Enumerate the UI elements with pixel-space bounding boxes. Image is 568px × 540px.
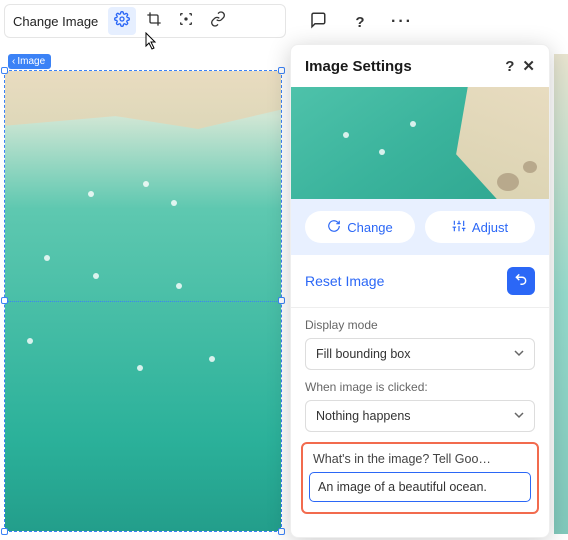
adjust-button[interactable]: Adjust <box>425 211 535 243</box>
gear-icon <box>114 11 130 32</box>
adjust-button-label: Adjust <box>472 220 508 235</box>
image-thumbnail <box>291 87 549 199</box>
panel-close-button[interactable]: ✕ <box>522 57 535 75</box>
element-type-chip[interactable]: ‹ Image <box>8 54 51 69</box>
comment-icon <box>309 11 327 34</box>
crop-button[interactable] <box>140 7 168 35</box>
chevron-left-icon: ‹ <box>12 56 15 67</box>
resize-handle[interactable] <box>1 67 8 74</box>
change-button-label: Change <box>347 220 393 235</box>
background-sliver <box>554 54 568 534</box>
change-image-button[interactable]: Change Image <box>11 14 104 29</box>
change-button[interactable]: Change <box>305 211 415 243</box>
resize-handle[interactable] <box>278 297 285 304</box>
settings-button[interactable] <box>108 7 136 35</box>
crop-icon <box>146 11 162 32</box>
more-button[interactable]: ··· <box>392 12 412 32</box>
image-settings-panel: Image Settings ? ✕ Change Adjust Reset I… <box>290 44 550 538</box>
chevron-down-icon <box>514 347 524 361</box>
resize-handle[interactable] <box>278 528 285 535</box>
click-action-select[interactable]: Nothing happens <box>305 400 535 432</box>
click-action-value: Nothing happens <box>316 409 411 423</box>
image-toolbar: Change Image <box>4 4 286 38</box>
focal-point-button[interactable] <box>172 7 200 35</box>
undo-button[interactable] <box>507 267 535 295</box>
display-mode-select[interactable]: Fill bounding box <box>305 338 535 370</box>
link-icon <box>210 11 226 32</box>
resize-handle[interactable] <box>278 67 285 74</box>
action-bar: Change Adjust <box>291 199 549 255</box>
reset-image-link[interactable]: Reset Image <box>305 273 507 289</box>
chevron-down-icon <box>514 409 524 423</box>
undo-icon <box>514 272 528 291</box>
link-button[interactable] <box>204 7 232 35</box>
display-mode-value: Fill bounding box <box>316 347 411 361</box>
help-icon: ? <box>355 14 364 31</box>
focal-point-icon <box>178 11 194 32</box>
more-icon: ··· <box>391 13 413 31</box>
sliders-icon <box>452 219 466 236</box>
alt-text-section: What's in the image? Tell Goo… <box>301 442 539 514</box>
display-mode-label: Display mode <box>305 318 535 332</box>
close-icon: ✕ <box>522 58 535 75</box>
help-button[interactable]: ? <box>350 12 370 32</box>
image-canvas[interactable] <box>4 70 282 532</box>
panel-help-button[interactable]: ? <box>505 58 514 75</box>
toolbar-extras: ? ··· <box>308 12 412 32</box>
canvas-midline <box>5 301 281 302</box>
refresh-icon <box>327 219 341 236</box>
click-action-label: When image is clicked: <box>305 380 535 394</box>
resize-handle[interactable] <box>1 297 8 304</box>
comment-button[interactable] <box>308 12 328 32</box>
alt-text-input[interactable] <box>309 472 531 502</box>
panel-title: Image Settings <box>305 58 497 75</box>
resize-handle[interactable] <box>1 528 8 535</box>
chip-label: Image <box>17 56 45 67</box>
alt-text-label: What's in the image? Tell Goo… <box>309 452 531 472</box>
